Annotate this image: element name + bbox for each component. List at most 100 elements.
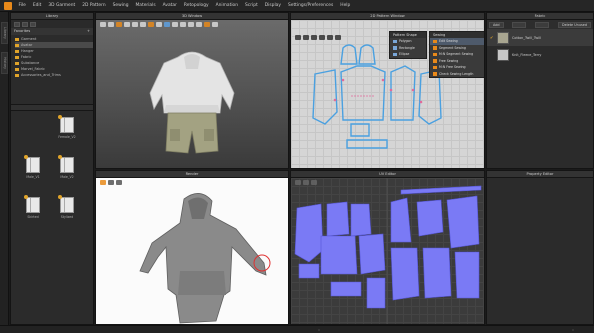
menu-file[interactable]: File [15, 3, 29, 8]
2d-pattern-window[interactable]: 2D Pattern Window Pattern Shape Polygon … [290, 12, 485, 169]
notch-point[interactable] [419, 100, 423, 104]
fabric-swatch [497, 31, 509, 44]
status-bar [0, 325, 594, 333]
uv-editor[interactable]: UV Editor [290, 170, 485, 325]
shorts-pocket [204, 129, 214, 141]
dock-tab-library[interactable]: Library [1, 22, 8, 44]
fabric-item[interactable]: ✔ Cotton_Twill_Twill [487, 29, 593, 46]
avatar-file-icon [58, 155, 74, 173]
resize-handle-icon[interactable] [318, 329, 320, 331]
left-dock-bar: Library History [0, 12, 9, 333]
forward-icon[interactable] [22, 21, 28, 27]
uv-island-leg[interactable] [422, 247, 452, 299]
resize-handle-icon[interactable] [572, 329, 574, 331]
uv-island-panel[interactable] [446, 195, 480, 249]
pocket-piece[interactable] [350, 123, 370, 137]
back-icon[interactable] [14, 21, 20, 27]
uv-island-front[interactable] [320, 235, 358, 275]
3d-garment-view[interactable] [96, 13, 289, 169]
library-item-stylized[interactable]: Stylized [53, 195, 81, 231]
favorites-header[interactable]: Favorites + [11, 28, 93, 35]
hoodie-hem [164, 105, 220, 113]
library-item-male-v2[interactable]: Male_V2 [53, 155, 81, 191]
folder-icon [15, 37, 19, 41]
uv-editor-title: UV Editor [291, 171, 484, 178]
uv-island-panel[interactable] [390, 197, 412, 243]
uv-islands[interactable] [291, 178, 485, 325]
hood-3d [184, 54, 200, 69]
dock-tab-history[interactable]: History [1, 52, 8, 74]
menu-avatar[interactable]: Avatar [159, 3, 180, 8]
library-item-skirted[interactable]: Skirted [19, 195, 47, 231]
property-editor-title: Property Editor [487, 171, 593, 178]
library-panel: Library Favorites + Garment Avatar Hange… [10, 12, 94, 325]
notch-point[interactable] [333, 98, 337, 102]
library-tree: Garment Avatar Hanger Fabric Substance M… [11, 35, 93, 78]
menu-animation[interactable]: Animation [212, 3, 241, 8]
pattern-shape-menu: Pattern Shape Polygon Rectangle Ellipse [389, 31, 427, 59]
favorites-label: Favorites [14, 29, 31, 33]
uv-island-back[interactable] [358, 233, 386, 275]
menu-3d-garment[interactable]: 3D Garment [45, 3, 79, 8]
menu-retopology[interactable]: Retopology [180, 3, 212, 8]
notch-point[interactable] [381, 78, 385, 82]
delete-unused-button[interactable]: Delete Unused [557, 21, 591, 28]
body-side-piece[interactable] [390, 65, 416, 121]
app-window: File Edit 3D Garment 2D Pattern Sewing M… [0, 0, 594, 333]
library-item-female-v2[interactable]: Female_V2 [53, 115, 81, 151]
2d-pattern-title: 2D Pattern Window [291, 13, 484, 20]
menu-2d-pattern[interactable]: 2D Pattern [79, 3, 109, 8]
property-editor: Property Editor [486, 170, 594, 325]
menu-display[interactable]: Display [261, 3, 284, 8]
fabric-toolbar-button[interactable] [512, 21, 527, 28]
uv-island-strip[interactable] [400, 185, 482, 195]
menu-script[interactable]: Script [242, 3, 262, 8]
favorite-star-icon [58, 115, 62, 119]
menu-settings[interactable]: Settings/Preferences [284, 3, 336, 8]
uv-island-hood[interactable] [350, 203, 372, 237]
notch-point[interactable] [389, 88, 393, 92]
uv-island-pocket[interactable] [298, 263, 320, 279]
fabric-toolbar-button[interactable] [535, 21, 550, 28]
tree-item-accessories[interactable]: Accessories_and_Trims [15, 72, 93, 78]
library-item-label: Stylized [60, 215, 74, 219]
uv-island-hood[interactable] [326, 201, 350, 237]
uv-island-panel[interactable] [416, 199, 444, 237]
library-title: Library [11, 13, 93, 20]
uv-island-leg[interactable] [390, 247, 420, 301]
avatar-file-icon [24, 155, 40, 173]
library-item-label: Male_V1 [26, 175, 40, 179]
waistband-piece[interactable] [346, 139, 388, 149]
home-icon[interactable] [30, 21, 36, 27]
folder-icon [15, 73, 19, 77]
favorite-star-icon [24, 155, 28, 159]
menu-sewing[interactable]: Sewing [109, 3, 132, 8]
fabric-item[interactable]: Knit_Fleece_Terry [487, 46, 593, 63]
3d-window[interactable]: 3D Window [95, 12, 289, 169]
uv-island-leg[interactable] [454, 251, 480, 299]
hood-piece-left[interactable] [340, 44, 358, 65]
sewing-check-length[interactable]: Check Sewing Length [430, 71, 484, 78]
render-window[interactable]: Render [95, 170, 289, 325]
body-front-piece[interactable] [340, 65, 386, 121]
uv-island-cuff[interactable] [330, 281, 362, 297]
menu-help[interactable]: Help [337, 3, 354, 8]
rendered-pocket [178, 271, 226, 295]
notch-point[interactable] [411, 88, 415, 92]
sleeve-piece-left[interactable] [312, 69, 338, 125]
add-fabric-button[interactable]: Add [489, 21, 504, 28]
notch-point[interactable] [341, 78, 345, 82]
add-favorite-icon[interactable]: + [87, 28, 90, 35]
shape-ellipse[interactable]: Ellipse [390, 51, 426, 58]
menu-materials[interactable]: Materials [132, 3, 159, 8]
library-item-male-v1[interactable]: Male_V1 [19, 155, 47, 191]
uv-island-cuff[interactable] [366, 277, 386, 309]
sleeve-piece-right[interactable] [418, 69, 442, 125]
rendered-garment-view[interactable] [96, 171, 289, 325]
uv-island-sleeve[interactable] [294, 203, 324, 263]
library-divider[interactable] [11, 104, 93, 111]
library-item-label: Female_V2 [58, 135, 76, 139]
hood-piece-right[interactable] [358, 44, 376, 65]
library-toolbar [11, 20, 93, 28]
menu-edit[interactable]: Edit [29, 3, 45, 8]
